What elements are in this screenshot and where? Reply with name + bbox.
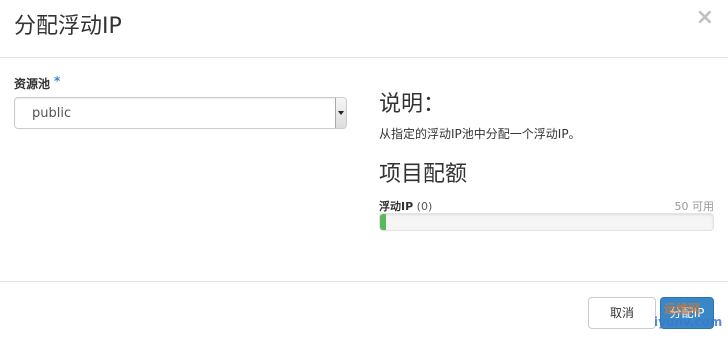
quota-item-label: 浮动IP (0) [379,198,432,214]
footer-divider [0,281,728,282]
modal-header: 分配浮动IP × [0,0,728,58]
close-icon[interactable]: × [696,7,714,29]
chevron-down-icon[interactable] [335,98,346,128]
pool-select[interactable]: public [14,97,347,129]
description-heading: 说明： [379,92,446,117]
quota-item-count: (0) [416,200,433,213]
quota-item-name: 浮动IP [379,200,414,213]
pool-select-value: public [32,106,72,121]
cancel-button[interactable]: 取消 [588,297,656,329]
quota-progress-fill [380,214,386,230]
quota-progress-bar [379,213,714,231]
required-marker: * [54,74,61,88]
pool-label: 资源池 * [14,74,61,92]
description-text: 从指定的浮动IP池中分配一个浮动IP。 [379,127,581,141]
allocate-ip-button[interactable]: 分配IP [660,297,714,329]
quota-available: 50 可用 [674,200,715,213]
modal-title: 分配浮动IP [14,14,122,39]
pool-label-text: 资源池 [14,77,51,91]
quota-heading: 项目配额 [379,162,468,187]
